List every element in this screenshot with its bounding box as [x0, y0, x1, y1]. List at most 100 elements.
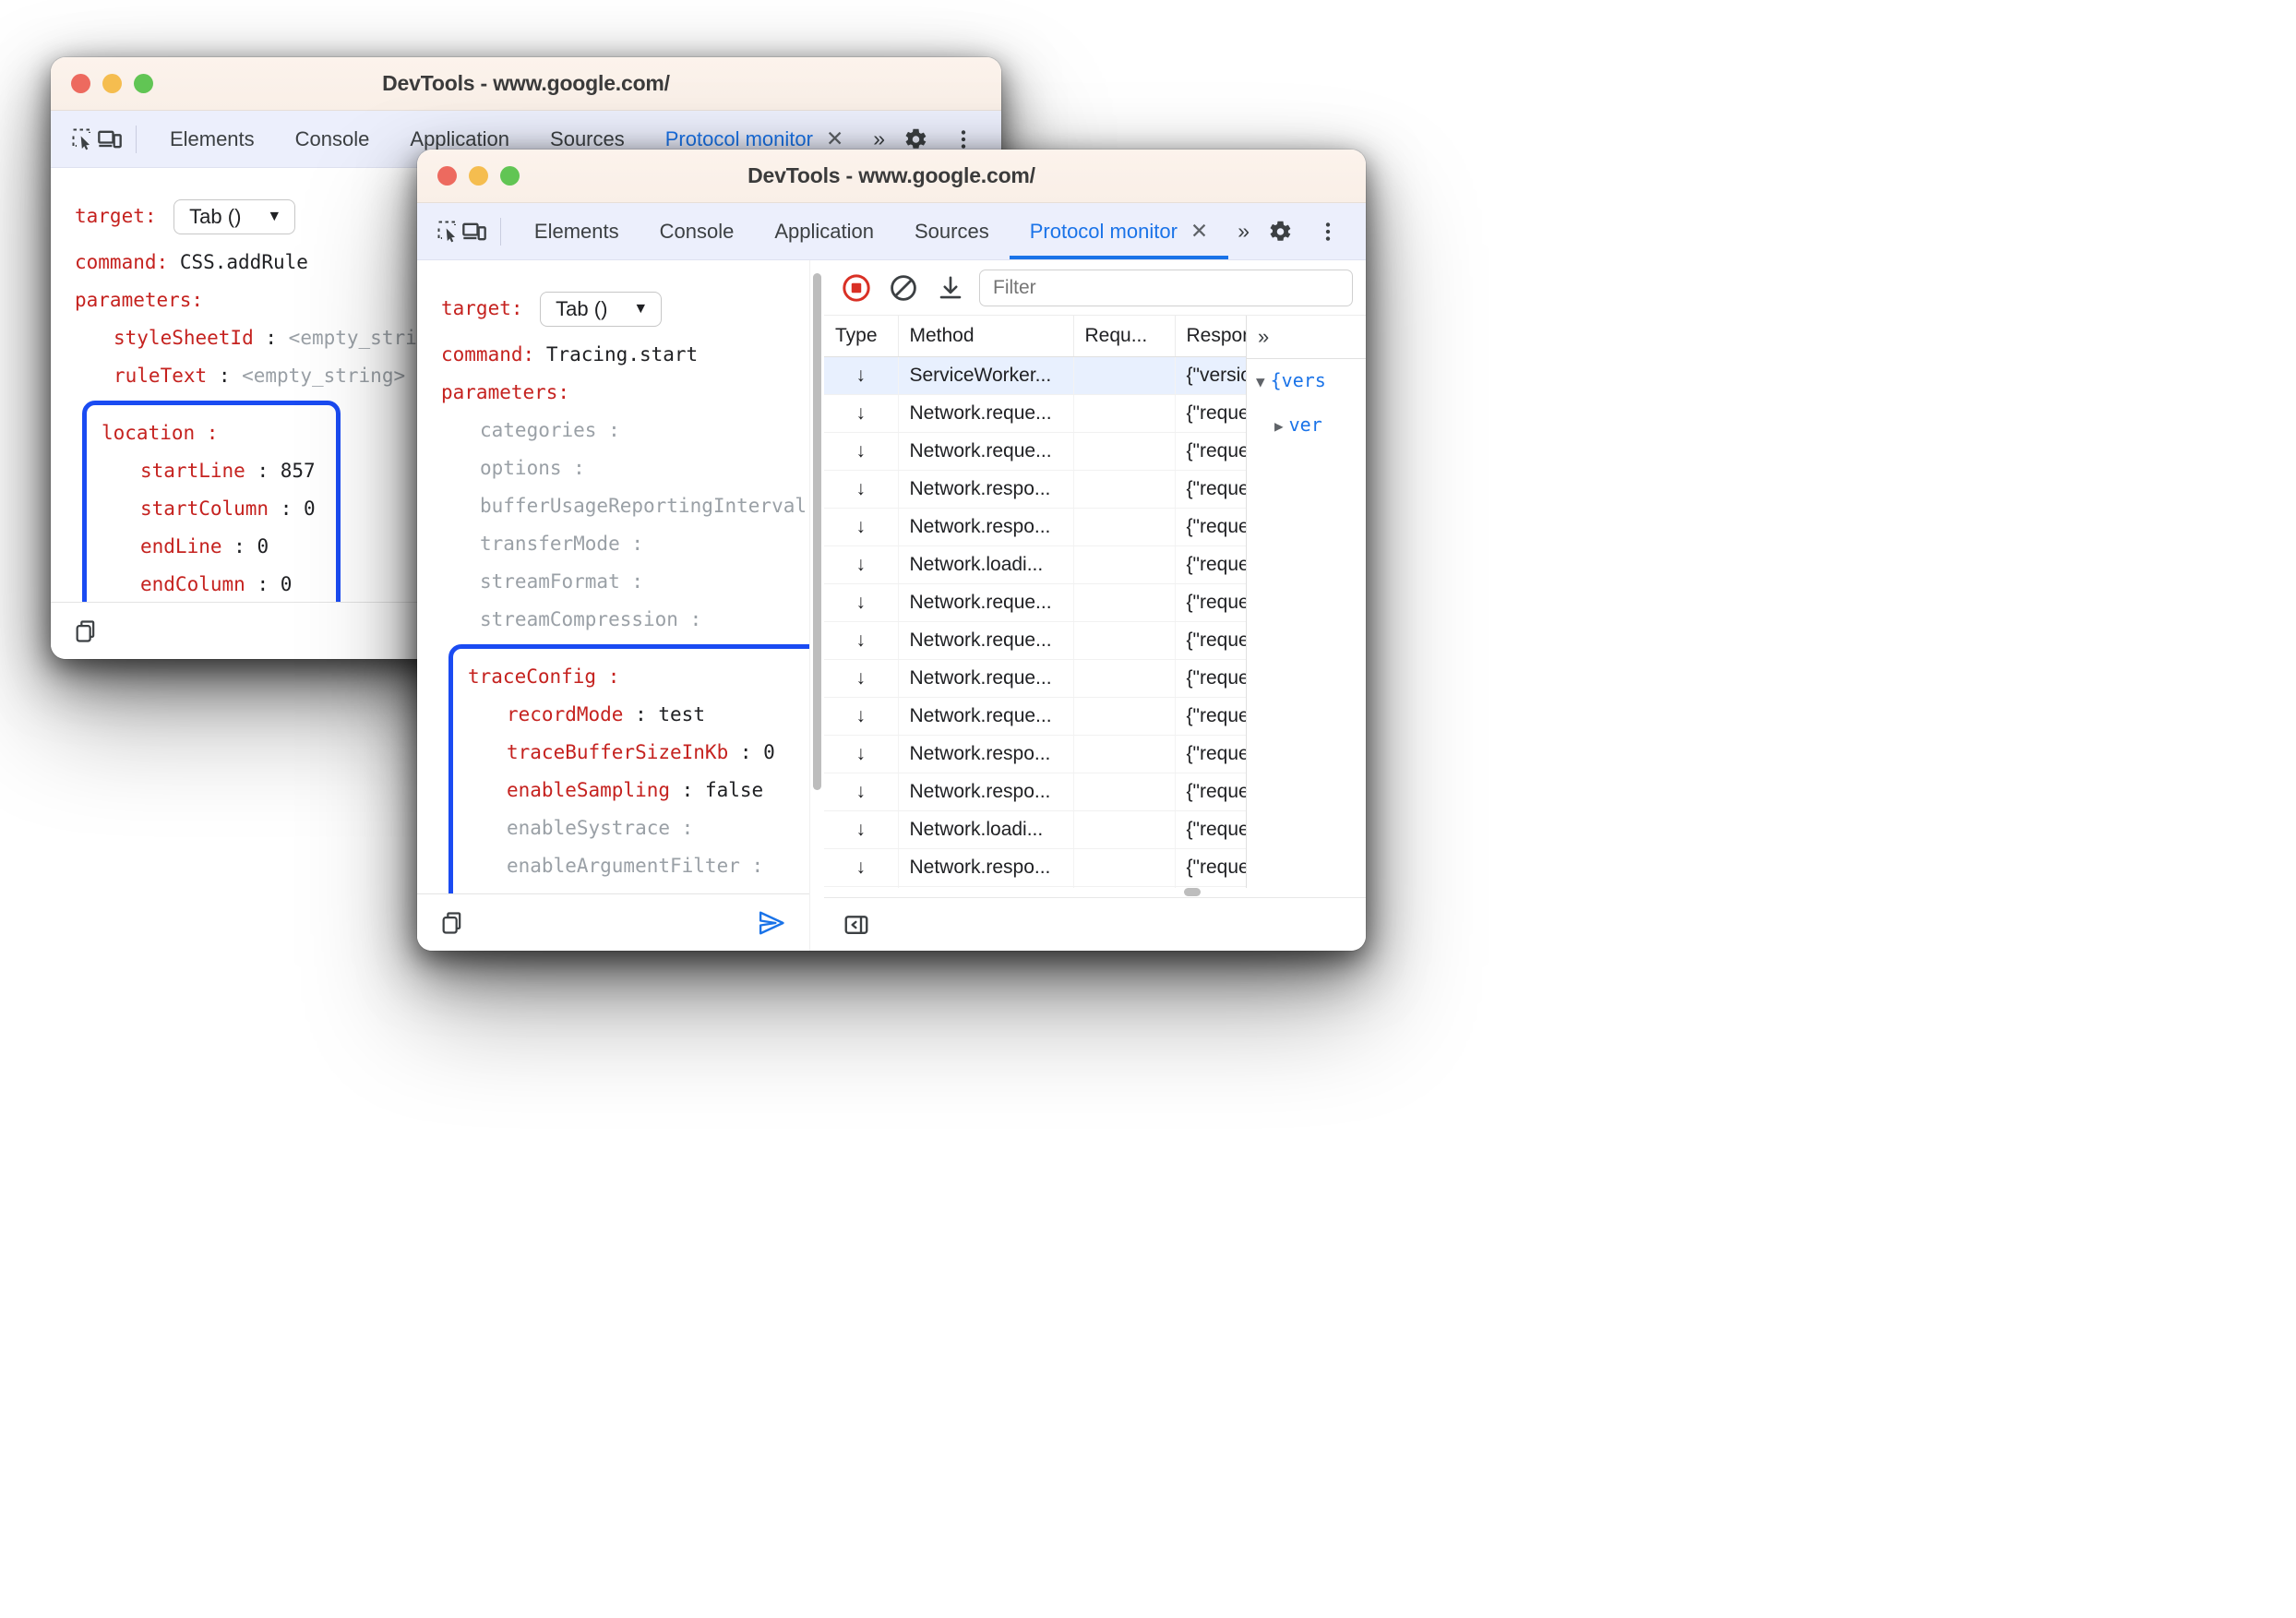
protocol-monitor-footer[interactable]: [824, 897, 1366, 951]
front-target-row[interactable]: target: Tab () ▼: [441, 281, 809, 336]
location-startline-row[interactable]: startLine : 857: [102, 452, 316, 490]
front-panel-tabs[interactable]: Elements Console Application Sources Pro…: [514, 203, 1259, 259]
location-endline-row[interactable]: endLine : 0: [102, 528, 316, 566]
param-value[interactable]: test: [658, 703, 705, 725]
chevron-right-icon[interactable]: ▶: [1274, 417, 1284, 435]
param-value[interactable]: 857: [281, 460, 316, 482]
param-value[interactable]: 0: [304, 497, 316, 520]
param-categories-row[interactable]: categories :: [441, 412, 809, 449]
traceconfig-enablesampling-row[interactable]: enableSampling : false: [468, 772, 775, 809]
tab-elements[interactable]: Elements: [514, 203, 640, 259]
param-streamcompression-row[interactable]: streamCompression :: [441, 601, 809, 639]
front-window-titlebar[interactable]: DevTools - www.google.com/: [417, 150, 1366, 203]
traceconfig-recordmode-row[interactable]: recordMode : test: [468, 696, 775, 734]
close-window-button[interactable]: [437, 166, 457, 186]
traceconfig-enablesystrace-row[interactable]: enableSystrace :: [468, 809, 775, 847]
protocol-table[interactable]: Type Method Requ... Response El.▲ ↓: [824, 316, 1246, 888]
param-value[interactable]: false: [705, 779, 763, 801]
tab-application[interactable]: Application: [754, 203, 894, 259]
table-row[interactable]: ↓ Network.reque... {"reques...: [824, 659, 1246, 698]
param-value[interactable]: 0: [281, 573, 293, 595]
collapse-sidebar-icon[interactable]: [843, 911, 870, 939]
table-row[interactable]: ↓ Network.reque... {"reques...: [824, 432, 1246, 471]
maximize-window-button[interactable]: [134, 74, 153, 93]
download-icon[interactable]: [931, 274, 970, 302]
table-row[interactable]: ↓ ServiceWorker... {"versio...: [824, 356, 1246, 395]
filter-input[interactable]: [979, 269, 1353, 306]
location-endcolumn-row[interactable]: endColumn : 0: [102, 566, 316, 604]
response-detail-pane[interactable]: » ▼ {vers ▶ ver: [1246, 316, 1366, 888]
inspect-element-icon[interactable]: [436, 213, 461, 250]
table-row[interactable]: ↓ Network.respo... {"reques...: [824, 508, 1246, 546]
more-vertical-icon[interactable]: [1307, 213, 1349, 250]
param-options-row[interactable]: options :: [441, 449, 809, 487]
copy-icon[interactable]: [73, 618, 99, 644]
close-icon[interactable]: ✕: [1190, 221, 1208, 242]
detail-overflow-header[interactable]: »: [1247, 316, 1366, 359]
location-startcolumn-row[interactable]: startColumn : 0: [102, 490, 316, 528]
protocol-table-body[interactable]: ↓ ServiceWorker... {"versio... ↓ Network…: [824, 356, 1246, 888]
target-select[interactable]: Tab () ▼: [173, 199, 296, 234]
back-window-titlebar[interactable]: DevTools - www.google.com/: [51, 57, 1001, 111]
target-select[interactable]: Tab () ▼: [540, 292, 663, 327]
param-transfermode-row[interactable]: transferMode :: [441, 525, 809, 563]
protocol-monitor-toolbar[interactable]: [824, 260, 1366, 316]
param-value[interactable]: 0: [257, 535, 269, 557]
table-row[interactable]: ↓ Network.respo... {"reques...: [824, 735, 1246, 773]
front-editor-footer[interactable]: [417, 893, 809, 951]
table-row[interactable]: ↓ Network.reque... {"reques...: [824, 697, 1246, 736]
back-window-traffic-lights[interactable]: [51, 74, 153, 93]
minimize-window-button[interactable]: [102, 74, 122, 93]
table-row[interactable]: ↓ Network.respo... {"reques...: [824, 848, 1246, 887]
close-icon[interactable]: ✕: [826, 128, 843, 150]
gear-icon[interactable]: [1259, 213, 1301, 250]
front-devtools-window[interactable]: DevTools - www.google.com/ Elements Cons: [417, 150, 1366, 951]
param-value[interactable]: 0: [763, 741, 775, 763]
front-command-editor-pane[interactable]: target: Tab () ▼ command: Tracing.start …: [417, 260, 809, 951]
copy-icon[interactable]: [439, 910, 465, 936]
scrollbar-thumb[interactable]: [813, 273, 821, 790]
maximize-window-button[interactable]: [500, 166, 520, 186]
col-type[interactable]: Type: [824, 316, 899, 357]
device-toolbar-icon[interactable]: [461, 213, 487, 250]
param-value[interactable]: <empty_string>: [242, 365, 405, 387]
front-toolbar-right[interactable]: [1259, 213, 1366, 250]
chevron-down-icon[interactable]: ▼: [1256, 373, 1265, 390]
tab-protocol-monitor[interactable]: Protocol monitor ✕: [1010, 203, 1228, 259]
tab-console[interactable]: Console: [640, 203, 755, 259]
inspect-element-icon[interactable]: [69, 121, 96, 158]
front-command-editor[interactable]: target: Tab () ▼ command: Tracing.start …: [417, 260, 809, 897]
table-row[interactable]: ↓ Network.reque... {"reques...: [824, 621, 1246, 660]
traceconfig-enableargumentfilter-row[interactable]: enableArgumentFilter :: [468, 847, 775, 885]
table-row[interactable]: ↓ Network.reque... {"reques...: [824, 394, 1246, 433]
minimize-window-button[interactable]: [469, 166, 488, 186]
close-window-button[interactable]: [71, 74, 90, 93]
table-row[interactable]: ↓ Network.loadi... {"reques...: [824, 810, 1246, 849]
tab-console[interactable]: Console: [275, 111, 390, 167]
param-streamformat-row[interactable]: streamFormat :: [441, 563, 809, 601]
table-row[interactable]: ↓ Network.loadi... {"reques...: [824, 545, 1246, 584]
command-value[interactable]: CSS.addRule: [180, 251, 308, 273]
table-row[interactable]: ↓ Network.respo... {"reques...: [824, 470, 1246, 509]
hscrollbar-thumb[interactable]: [1184, 888, 1201, 896]
record-stop-icon[interactable]: [837, 272, 876, 304]
detail-child-node[interactable]: ▶ ver: [1247, 403, 1366, 448]
table-horizontal-scrollbar[interactable]: [833, 888, 1237, 897]
col-method[interactable]: Method: [898, 316, 1074, 357]
command-value[interactable]: Tracing.start: [546, 343, 698, 366]
editor-vertical-scrollbar[interactable]: [809, 260, 824, 951]
tab-sources[interactable]: Sources: [894, 203, 1010, 259]
protocol-monitor-pane[interactable]: Type Method Requ... Response El.▲ ↓: [824, 260, 1366, 951]
clear-icon[interactable]: [885, 273, 922, 303]
front-window-traffic-lights[interactable]: [417, 166, 520, 186]
protocol-table-wrap[interactable]: Type Method Requ... Response El.▲ ↓: [824, 316, 1246, 888]
more-tabs-icon[interactable]: »: [1228, 203, 1259, 259]
device-toolbar-icon[interactable]: [96, 121, 123, 158]
send-icon[interactable]: [756, 909, 787, 937]
tab-elements[interactable]: Elements: [149, 111, 275, 167]
table-row[interactable]: ↓ Network.reque... {"reques...: [824, 583, 1246, 622]
front-devtools-toolbar[interactable]: Elements Console Application Sources Pro…: [417, 203, 1366, 260]
table-row[interactable]: ↓ Network.respo... {"reques...: [824, 773, 1246, 811]
traceconfig-tracebuffersizeinkb-row[interactable]: traceBufferSizeInKb : 0: [468, 734, 775, 772]
col-request[interactable]: Requ...: [1073, 316, 1176, 357]
